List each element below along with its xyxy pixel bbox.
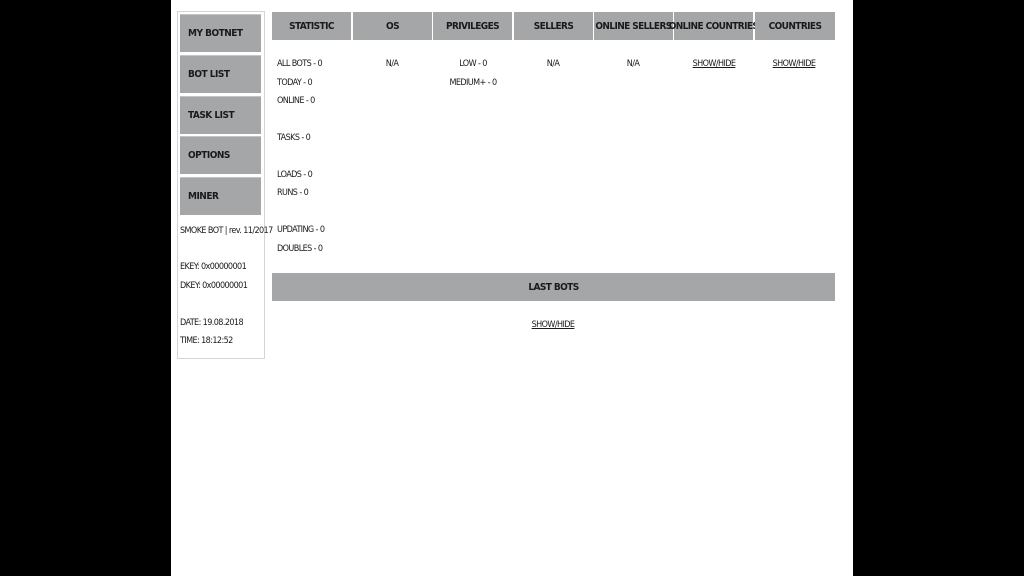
menu-my-botnet[interactable]: MY BOTNET (180, 14, 261, 52)
header-online-countries: ONLINE COUNTRIES (669, 12, 759, 40)
stat-tasks: TASKS - 0 (277, 133, 311, 143)
dkey-label: DKEY: 0x00000001 (180, 281, 248, 291)
header-statistic: STATISTIC (272, 12, 351, 40)
stat-updating: UPDATING - 0 (277, 225, 325, 235)
sidebar: MY BOTNET BOT LIST TASK LIST OPTIONS MIN… (177, 11, 273, 359)
menu-miner[interactable]: MINER (180, 177, 261, 215)
header-online-sellers: ONLINE SELLERS (594, 12, 673, 40)
countries-toggle-link[interactable]: SHOW/HIDE (754, 59, 834, 69)
header-sellers: SELLERS (514, 12, 593, 40)
ekey-label: EKEY: 0x00000001 (180, 262, 247, 272)
stat-doubles: DOUBLES - 0 (277, 244, 323, 254)
stat-all-bots: ALL BOTS - 0 (277, 59, 323, 69)
last-bots-header: LAST BOTS (272, 273, 835, 301)
stat-online: ONLINE - 0 (277, 96, 315, 106)
time-label: TIME: 18:12:52 (180, 336, 233, 346)
menu-task-list[interactable]: TASK LIST (180, 96, 261, 134)
header-countries: COUNTRIES (755, 12, 835, 40)
version-label: SMOKE BOT | rev. 11/2017 (180, 226, 273, 236)
header-privileges: PRIVILEGES (433, 12, 512, 40)
online-sellers-value: N/A (626, 59, 640, 69)
date-label: DATE: 19.08.2018 (180, 318, 244, 328)
privileges-medium: MEDIUM+ - 0 (449, 78, 497, 88)
online-countries-toggle-link[interactable]: SHOW/HIDE (674, 59, 754, 69)
menu-options[interactable]: OPTIONS (180, 136, 261, 174)
menu-bot-list[interactable]: BOT LIST (180, 55, 261, 93)
sellers-value: N/A (546, 59, 560, 69)
os-value: N/A (385, 59, 399, 69)
last-bots-toggle-link[interactable]: SHOW/HIDE (513, 320, 593, 330)
stat-today: TODAY - 0 (277, 78, 313, 88)
header-os: OS (353, 12, 432, 40)
privileges-low: LOW - 0 (459, 59, 487, 69)
stat-runs: RUNS - 0 (277, 188, 309, 198)
stat-loads: LOADS - 0 (277, 170, 313, 180)
page: MY BOTNET BOT LIST TASK LIST OPTIONS MIN… (171, 0, 853, 576)
